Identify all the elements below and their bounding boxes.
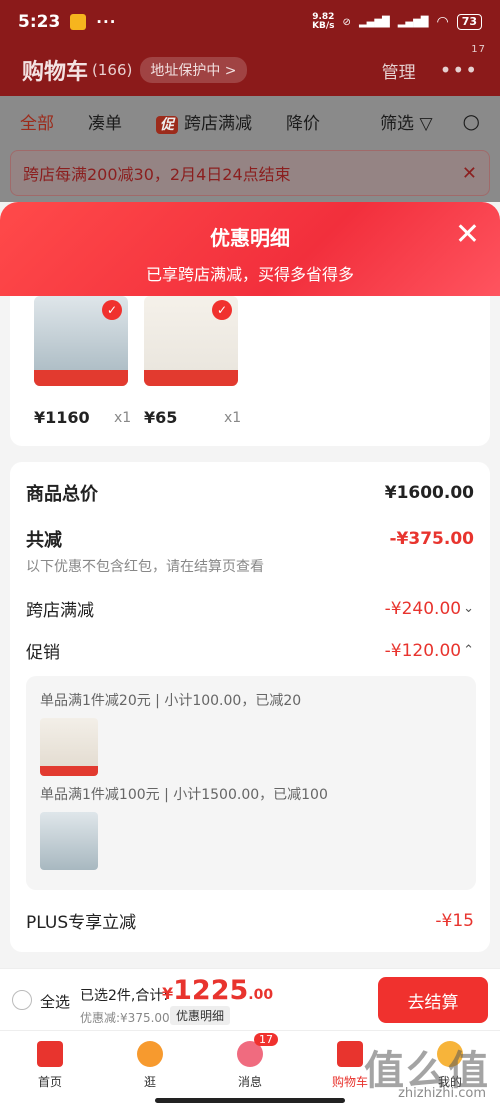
page-title: 购物车 — [22, 60, 89, 85]
address-protect-chip[interactable]: 地址保护中 > — [140, 57, 247, 83]
plus-row: PLUS专享立减 -¥15 — [26, 910, 474, 934]
chevron-up-icon: ⌃ — [463, 643, 474, 658]
discount-note: 以下优惠不包含红包，请在结算页查看 — [26, 559, 264, 575]
product-thumbnail[interactable] — [40, 718, 98, 776]
more-badge: 17 — [471, 44, 486, 55]
promo-row[interactable]: 促销 -¥120.00 ⌃ — [26, 638, 474, 664]
wifi-icon: ◠ — [436, 14, 449, 30]
product-qty: x1 — [224, 410, 242, 426]
close-icon[interactable]: ✕ — [455, 220, 480, 250]
product-thumbnail[interactable]: ✓ — [34, 296, 128, 386]
discount-amount: 优惠减:¥375.00 — [80, 1011, 170, 1025]
promo-detail-panel: 单品满1件减20元 | 小计100.00，已减20 单品满1件减100元 | 小… — [26, 676, 476, 890]
manage-button[interactable]: 管理 — [382, 58, 416, 83]
product-thumbnail[interactable] — [40, 812, 98, 870]
tab-home[interactable]: 首页 — [0, 1031, 100, 1111]
signal-icon: ▂▄▆█ — [358, 16, 390, 28]
product-qty: x1 — [114, 410, 132, 426]
checkout-bar: 全选 已选2件,合计: ¥1225.00 优惠减:¥375.00 优惠明细 去结… — [0, 968, 500, 1030]
mute-icon: ⊘ — [342, 16, 351, 28]
discount-detail-button[interactable]: 优惠明细 — [170, 1006, 231, 1025]
product-price: ¥1160 — [34, 408, 90, 427]
cart-header: 购物车 (166) 地址保护中 > 管理 ••• 17 — [0, 44, 500, 96]
check-icon: ✓ — [102, 300, 122, 320]
chevron-down-icon: ⌄ — [463, 601, 474, 616]
tab-all[interactable]: 全部 — [20, 109, 54, 134]
discount-sheet-body: ✓ ✓ ¥1160 x1 ¥65 x1 商品总价 ¥1600.00 共减 -¥3… — [0, 296, 500, 968]
select-all-label[interactable]: 全选 — [40, 991, 70, 1012]
sheet-subtitle: 已享跨店满减，买得多省得多 — [145, 265, 354, 284]
promo-tag-icon: 促 — [156, 115, 178, 134]
check-icon: ✓ — [212, 300, 232, 320]
price-summary-card: 商品总价 ¥1600.00 共减 -¥375.00 以下优惠不包含红包，请在结算… — [10, 462, 490, 952]
status-bar: 5:23 ··· 9.82 KB/s ⊘ ▂▄▆█ ▂▄▆█ ◠ 73 — [0, 0, 500, 44]
promo-line: 单品满1件减20元 | 小计100.00，已减20 — [40, 693, 302, 709]
message-badge: 17 — [254, 1033, 278, 1046]
checkout-button[interactable]: 去结算 — [378, 977, 488, 1023]
tab-bundle[interactable]: 凑单 — [88, 109, 122, 134]
total-row: 商品总价 ¥1600.00 — [26, 483, 474, 505]
close-icon[interactable]: ✕ — [462, 163, 477, 184]
battery-icon: 73 — [456, 14, 482, 30]
home-icon — [37, 1041, 63, 1067]
signal-2-icon: ▂▄▆█ — [397, 16, 429, 28]
tab-price-drop[interactable]: 降价 — [286, 109, 320, 134]
selected-count: 已选2件,合计: — [80, 988, 169, 1004]
cart-icon — [337, 1041, 363, 1067]
reduce-value: -¥375.00 — [389, 529, 475, 549]
product-thumbnail[interactable]: ✓ — [144, 296, 238, 386]
more-notifications-icon: ··· — [96, 13, 117, 31]
product-price: ¥65 — [144, 408, 178, 427]
browse-icon — [137, 1041, 163, 1067]
select-all-radio[interactable] — [12, 990, 32, 1010]
search-icon[interactable]: ○ — [463, 109, 480, 133]
home-indicator[interactable] — [155, 1098, 345, 1103]
discount-sheet-header: 优惠明细 已享跨店满减，买得多省得多 ✕ — [0, 202, 500, 302]
filter-icon: ▽ — [419, 113, 433, 134]
sheet-title: 优惠明细 — [210, 226, 290, 250]
more-menu-icon[interactable]: ••• 17 — [440, 44, 485, 82]
promo-line: 单品满1件减100元 | 小计1500.00，已减100 — [40, 787, 328, 803]
cart-count: (166) — [92, 61, 133, 79]
cross-store-row[interactable]: 跨店满减 -¥240.00 ⌄ — [26, 596, 474, 622]
promo-value: -¥120.00 — [384, 640, 462, 661]
filter-tabs: 全部 凑单 促跨店满减 降价 筛选 ▽ ○ — [0, 96, 500, 146]
total-amount: ¥1225.00 — [162, 975, 274, 1006]
plus-value: -¥15 — [435, 910, 474, 931]
promo-banner-text: 跨店每满200减30，2月4日24点结束 — [23, 165, 291, 184]
network-speed: 9.82 KB/s — [312, 12, 335, 31]
promo-banner: 跨店每满200减30，2月4日24点结束 ✕ — [0, 146, 500, 202]
tab-cross-store[interactable]: 促跨店满减 — [156, 109, 252, 134]
products-card: ✓ ✓ ¥1160 x1 ¥65 x1 — [10, 296, 490, 446]
total-value: ¥1600.00 — [384, 483, 474, 503]
tab-filter[interactable]: 筛选 ▽ — [380, 109, 432, 134]
reduce-row: 共减 -¥375.00 — [26, 529, 475, 551]
watermark-url: zhizhizhi.com — [398, 1086, 486, 1101]
cross-store-value: -¥240.00 — [384, 598, 462, 619]
app-notification-icon — [70, 14, 87, 30]
status-time: 5:23 — [18, 12, 61, 32]
